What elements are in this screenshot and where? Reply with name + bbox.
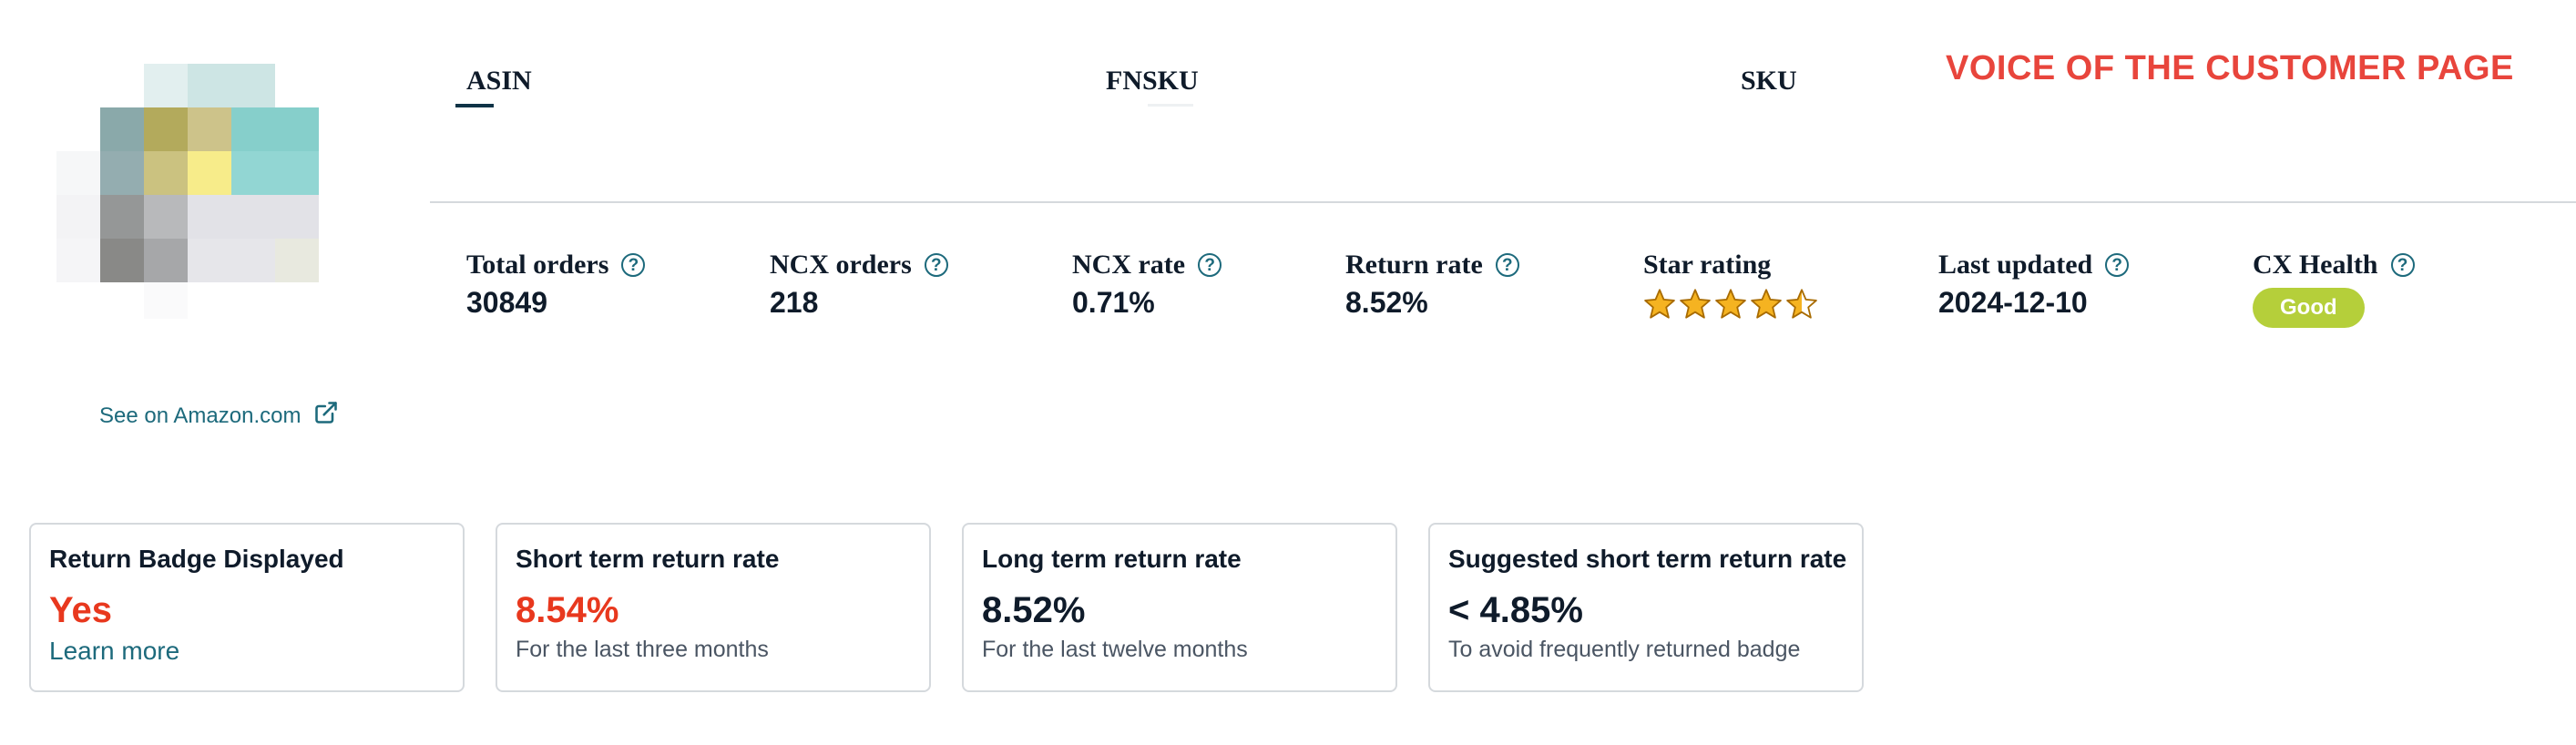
card-title: Return Badge Displayed [49,545,344,573]
tab-fnsku-indicator [1148,104,1193,107]
metric-value: 218 [770,286,819,319]
metric-label: Total orders [466,250,609,280]
star-full-icon [1715,289,1746,319]
help-icon[interactable]: ? [621,253,646,277]
help-icon[interactable]: ? [2390,253,2415,277]
metric-label: NCX rate [1072,250,1186,280]
card-suggested-return-rate: Suggested short term return rate < 4.85%… [1428,523,1864,692]
help-icon[interactable]: ? [924,253,948,277]
product-image [56,64,319,326]
tab-sku[interactable]: SKU [1741,66,1797,97]
header-divider [430,201,2576,203]
metric-star-rating: Star rating [1643,248,1818,321]
metric-ncx-rate: NCX rate? 0.71% [1072,248,1222,320]
external-link-icon [313,400,339,432]
tab-asin-active-indicator [455,104,494,107]
metric-value: 8.52% [1345,286,1428,319]
card-value: 8.52% [982,590,1086,630]
card-subtitle: For the last twelve months [982,637,1248,662]
metric-cx-health: CX Health? Good [2253,248,2415,328]
metric-total-orders: Total orders? 30849 [466,248,646,320]
star-half-icon [1786,289,1817,319]
metric-label: Return rate [1345,250,1483,280]
star-full-icon [1680,289,1711,319]
learn-more-link[interactable]: Learn more [49,637,445,666]
metric-label: Star rating [1643,250,1772,280]
card-subtitle: To avoid frequently returned badge [1448,637,1801,662]
metric-value: 30849 [466,286,547,319]
help-icon[interactable]: ? [1198,253,1222,277]
card-value: < 4.85% [1448,590,1583,630]
metric-return-rate: Return rate? 8.52% [1345,248,1519,320]
star-full-icon [1644,289,1675,319]
star-rating [1643,288,1818,321]
card-value: 8.54% [516,590,619,630]
tab-fnsku[interactable]: FNSKU [1106,66,1199,97]
metric-value: 2024-12-10 [1938,286,2088,319]
card-long-term-return-rate: Long term return rate 8.52% For the last… [962,523,1397,692]
metric-ncx-orders: NCX orders? 218 [770,248,948,320]
card-title: Long term return rate [982,545,1242,573]
tab-asin[interactable]: ASIN [466,66,532,97]
metric-label: Last updated [1938,250,2093,280]
page-title: VOICE OF THE CUSTOMER PAGE [1946,49,2514,87]
metric-label: CX Health [2253,250,2378,280]
card-title: Suggested short term return rate [1448,545,1847,573]
metric-last-updated: Last updated? 2024-12-10 [1938,248,2130,320]
cx-health-badge: Good [2253,288,2365,328]
see-on-amazon-label: See on Amazon.com [99,403,302,428]
metric-value: 0.71% [1072,286,1155,319]
help-icon[interactable]: ? [2105,253,2130,277]
card-short-term-return-rate: Short term return rate 8.54% For the las… [496,523,931,692]
star-full-icon [1751,289,1782,319]
card-return-badge: Return Badge Displayed Yes Learn more [29,523,465,692]
card-subtitle: For the last three months [516,637,769,662]
help-icon[interactable]: ? [1495,253,1519,277]
see-on-amazon-link[interactable]: See on Amazon.com [99,400,339,432]
card-value: Yes [49,590,112,630]
card-title: Short term return rate [516,545,780,573]
metric-label: NCX orders [770,250,912,280]
